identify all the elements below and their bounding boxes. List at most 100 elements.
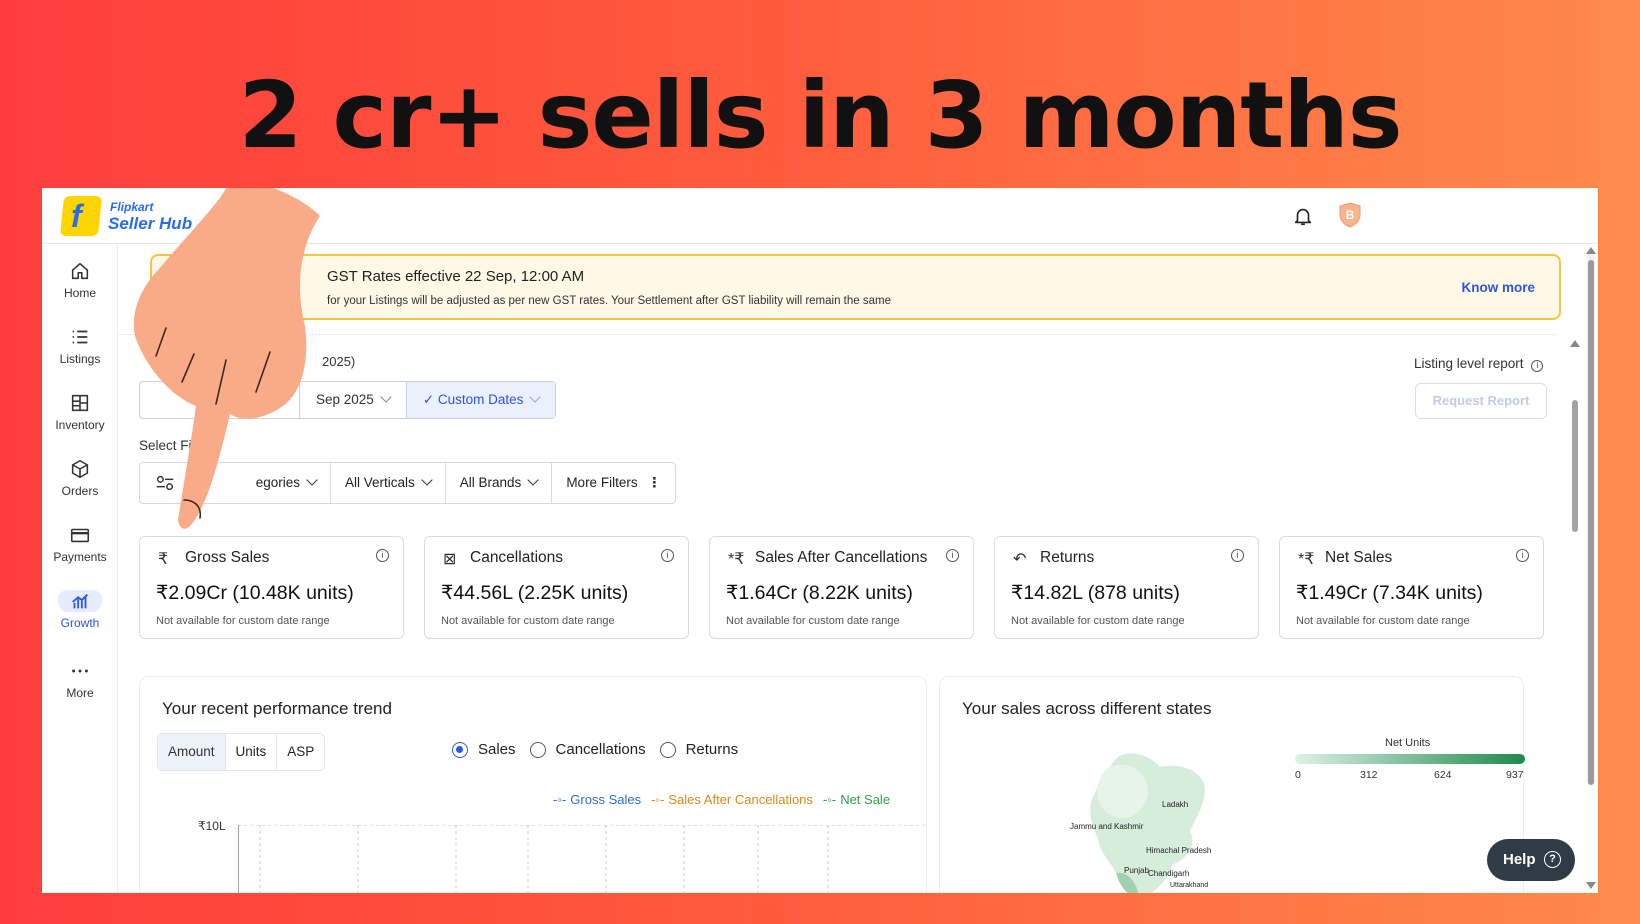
info-icon[interactable]: i (1531, 360, 1544, 372)
logo-line1: Flipkart (110, 200, 154, 214)
filter-verticals[interactable]: All Verticals (331, 463, 446, 503)
know-more-link[interactable]: Know more (1461, 280, 1535, 295)
tab-amount[interactable]: Amount (158, 734, 226, 770)
info-icon[interactable]: i (1231, 549, 1244, 562)
sidebar-item-listings[interactable]: Listings (42, 326, 118, 382)
sidebar-item-more[interactable]: More (42, 660, 118, 716)
radio-returns[interactable]: Returns (659, 741, 738, 758)
info-icon[interactable]: i (661, 549, 674, 562)
content-scrollbar-thumb[interactable] (1572, 400, 1578, 532)
sidebar-item-payments[interactable]: Payments (42, 524, 118, 580)
legend-dot-icon: -◦- (553, 792, 567, 807)
top-bar: f Flipkart Seller Hub B (42, 188, 1598, 244)
legend-gross-sales[interactable]: -◦- Gross Sales (553, 792, 641, 807)
filter-settings-button[interactable] (140, 463, 191, 503)
sidebar-item-growth[interactable]: Growth (42, 590, 118, 646)
metric-title: Sales After Cancellations (755, 549, 928, 566)
scroll-up-icon[interactable] (1586, 246, 1596, 254)
inventory-icon (71, 394, 89, 412)
radio-dot (659, 741, 676, 758)
metric-value: ₹14.82L (878 units) (1011, 582, 1180, 604)
more-filters-button[interactable]: More Filters ⋮ (552, 463, 675, 503)
metric-card-net-sales[interactable]: *₹ Net Sales i ₹1.49Cr (7.34K units) Not… (1279, 536, 1544, 639)
metric-note: Not available for custom date range (726, 615, 900, 627)
performance-trend-panel: Your recent performance trend Amount Uni… (139, 676, 928, 893)
brands-label: All Brands (459, 475, 522, 490)
request-report-button[interactable]: Request Report (1415, 383, 1547, 419)
chevron-down-icon (306, 474, 318, 486)
date-month-select[interactable]: Sep 2025 (300, 382, 407, 418)
scale-tick: 0 (1295, 769, 1301, 781)
legend-net-sales[interactable]: -◦- Net Sale (823, 792, 890, 807)
metric-card-gross-sales[interactable]: ₹ Gross Sales i ₹2.09Cr (10.48K units) N… (139, 536, 404, 639)
date-last-7-days[interactable]: Last 7 days (140, 382, 300, 418)
sidebar-item-label: Growth (60, 616, 100, 630)
scroll-down-icon[interactable] (1586, 882, 1596, 890)
filter-brands[interactable]: All Brands (446, 463, 553, 503)
chevron-down-icon (527, 474, 539, 486)
filter-categories[interactable]: egories (191, 463, 331, 503)
info-icon[interactable]: i (1516, 549, 1529, 562)
metric-title: Gross Sales (185, 549, 270, 566)
sidebar-item-label: More (66, 686, 94, 700)
tab-units[interactable]: Units (226, 734, 278, 770)
metric-card-sales-after-cancellations[interactable]: *₹ Sales After Cancellations i ₹1.64Cr (… (709, 536, 974, 639)
sidebar-item-label: Inventory (55, 418, 105, 432)
divider (118, 334, 1558, 335)
sidebar-item-home[interactable]: Home (42, 260, 118, 316)
sidebar-item-label: Payments (53, 550, 107, 564)
info-icon[interactable]: i (946, 549, 959, 562)
page-scrollbar-thumb[interactable] (1588, 260, 1594, 785)
date-range-selector: Last 7 days Sep 2025 ✓ Custom Dates (139, 381, 557, 419)
headline: 2 cr+ sells in 3 months (238, 62, 1403, 169)
categories-label: egories (255, 475, 300, 490)
more-filters-label: More Filters (566, 475, 638, 490)
logo-mark: f (71, 198, 82, 234)
legend-label: Net Sale (840, 792, 891, 807)
state-label: Chandigarh (1148, 869, 1190, 878)
radio-sales[interactable]: Sales (452, 741, 516, 758)
metric-value: ₹2.09Cr (10.48K units) (156, 582, 354, 604)
bell-icon[interactable] (1292, 204, 1314, 228)
listing-report-label: Listing level report i (1414, 356, 1544, 372)
tab-asp[interactable]: ASP (277, 734, 324, 770)
metric-note: Not available for custom date range (1296, 615, 1470, 627)
legend-sales-after-cancellations[interactable]: -◦- Sales After Cancellations (651, 792, 813, 807)
states-map-panel: Your sales across different states Net U… (939, 676, 1525, 893)
scroll-up-icon[interactable] (1570, 339, 1580, 347)
date-custom-select[interactable]: ✓ Custom Dates (406, 382, 556, 418)
chevron-down-icon (421, 474, 433, 486)
sidebar-item-inventory[interactable]: Inventory (42, 392, 118, 448)
cancel-box-icon: ⊠ (443, 551, 457, 568)
radio-label: Cancellations (555, 741, 646, 758)
flipkart-logo[interactable]: f Flipkart Seller Hub (59, 196, 212, 236)
growth-icon-wrap (58, 590, 102, 612)
avatar-letter: B (1346, 208, 1355, 222)
info-icon[interactable]: i (376, 549, 389, 562)
sidebar-item-label: Home (63, 286, 96, 300)
state-label: Ladakh (1162, 800, 1189, 809)
radio-cancellations[interactable]: Cancellations (529, 741, 646, 758)
home-icon (71, 262, 89, 280)
seller-hub-screenshot: f Flipkart Seller Hub B Home Listings In… (42, 188, 1598, 893)
logo-line2: Seller Hub (108, 214, 193, 233)
metric-card-cancellations[interactable]: ⊠ Cancellations i ₹44.56L (2.25K units) … (424, 536, 689, 639)
radio-label: Sales (478, 741, 516, 758)
panel-title: Your sales across different states (962, 699, 1212, 718)
rupee-icon: ₹ (158, 551, 169, 568)
help-button[interactable]: Help ? (1487, 839, 1575, 881)
radio-dot (529, 741, 546, 758)
avatar[interactable]: B (1338, 202, 1362, 228)
sidebar-item-orders[interactable]: Orders (42, 458, 118, 514)
list-icon (72, 330, 88, 344)
date-caption: 2025) (322, 354, 356, 369)
state-label: Jammu and Kashmir (1070, 822, 1144, 831)
box-icon (71, 459, 89, 479)
banner-title: GST Rates effective 22 Sep, 12:00 AM (327, 268, 585, 285)
metric-card-returns[interactable]: ↶ Returns i ₹14.82L (878 units) Not avai… (994, 536, 1259, 639)
map-color-scale (1295, 754, 1525, 764)
card-icon (70, 528, 90, 543)
state-label: Himachal Pradesh (1146, 846, 1212, 855)
legend-label: Sales After Cancellations (668, 792, 813, 807)
metric-note: Not available for custom date range (441, 615, 615, 627)
